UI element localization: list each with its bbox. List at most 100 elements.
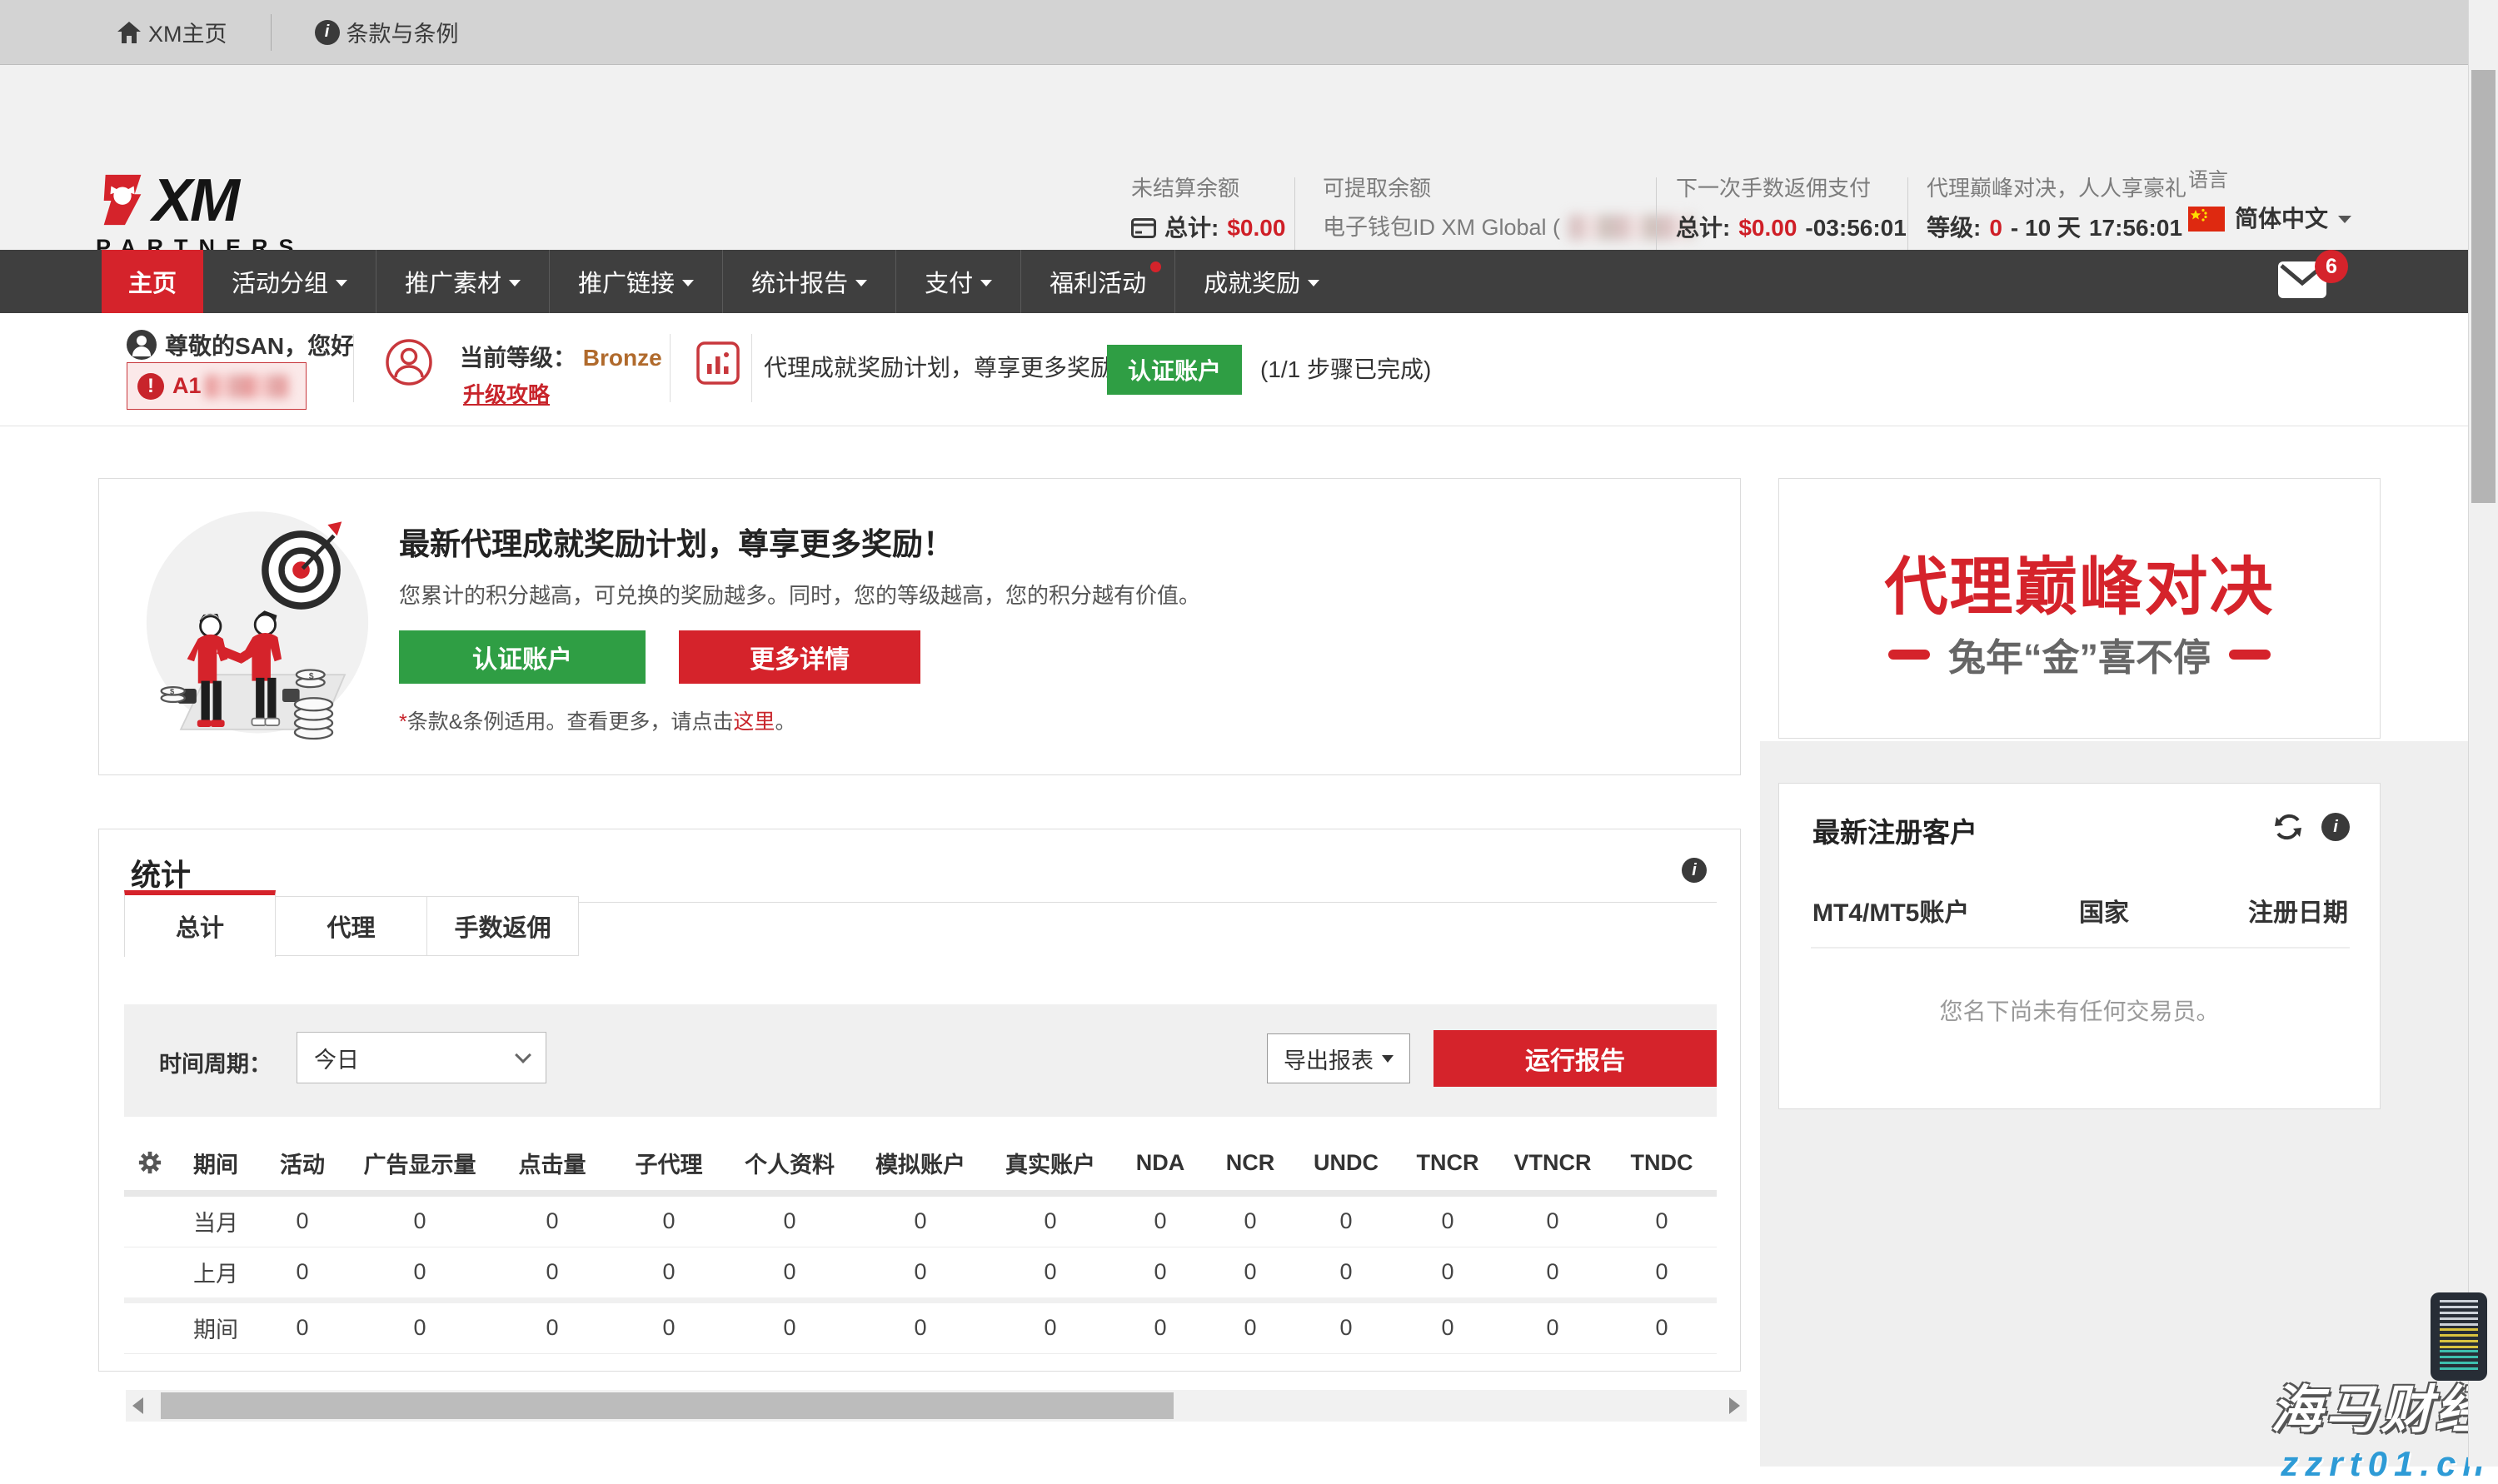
tab-手数返佣[interactable]: 手数返佣 (427, 896, 579, 956)
svg-text:$: $ (170, 688, 175, 696)
language-selector[interactable]: 简体中文 (2188, 202, 2351, 237)
column-header-期间: 期间 (176, 1135, 256, 1193)
mail-badge: 6 (2315, 250, 2348, 283)
divider (751, 334, 752, 402)
cell-value: 0 (855, 1247, 985, 1300)
cell-value: 0 (256, 1300, 349, 1353)
floating-widget[interactable] (2431, 1292, 2487, 1381)
cell-value: 0 (491, 1247, 614, 1300)
cell-value: 0 (491, 1300, 614, 1353)
divider (1907, 177, 1908, 261)
bull-logo-icon (96, 172, 151, 228)
empty-cell (124, 1300, 176, 1353)
clients-column-注册日期: 注册日期 (2179, 892, 2348, 929)
nav-item-福利活动[interactable]: 福利活动 (1020, 250, 1174, 313)
account-id-box[interactable]: ! A1 (127, 362, 307, 410)
column-header-NCR: NCR (1205, 1135, 1295, 1193)
scrollbar-thumb[interactable] (2471, 70, 2496, 503)
divider (1811, 947, 2350, 949)
contest-level-label: 等级: (1927, 212, 1981, 246)
nav-item-成就奖励[interactable]: 成就奖励 (1174, 250, 1348, 313)
contest-banner-card[interactable]: 代理巅峰对决 兔年“金”喜不停 (1778, 478, 2381, 739)
topbar: XM主页 条款与条例 (0, 0, 2498, 65)
chevron-down-icon (1308, 280, 1319, 286)
column-header-点击量: 点击量 (491, 1135, 614, 1193)
more-details-button[interactable]: 更多详情 (679, 630, 920, 684)
widget-stripes (2440, 1328, 2478, 1350)
cell-value: 0 (1397, 1247, 1498, 1300)
row-label: 期间 (176, 1300, 256, 1353)
xm-partners-logo[interactable]: XM PARTNERS (96, 172, 346, 261)
export-report-button[interactable]: 导出报表 (1267, 1033, 1410, 1083)
info-icon (315, 20, 340, 45)
language-block: 语言 简体中文 (2188, 167, 2351, 236)
cell-value: 0 (1498, 1193, 1607, 1247)
column-header-TNCR: TNCR (1397, 1135, 1498, 1193)
nav-item-推广素材[interactable]: 推广素材 (376, 250, 549, 313)
clients-column-国家: 国家 (2029, 892, 2179, 929)
table-row-期间: 期间0000000000000 (124, 1300, 1717, 1353)
nav-items: 主页活动分组推广素材推广链接统计报告支付福利活动成就奖励 (102, 250, 1348, 313)
cell-value: 0 (1115, 1247, 1205, 1300)
cell-value: 0 (985, 1247, 1115, 1300)
divider (1656, 177, 1657, 261)
terms-asterisk: * (399, 710, 407, 734)
clients-column-MT4/MT5账户: MT4/MT5账户 (1812, 892, 2029, 929)
achievement-chart-icon (696, 341, 740, 385)
export-label: 导出报表 (1284, 1043, 1374, 1075)
language-label: 语言 (2188, 167, 2351, 196)
terms-end: 。 (775, 710, 795, 734)
cell-value: 0 (1607, 1300, 1717, 1353)
run-report-button[interactable]: 运行报告 (1433, 1030, 1717, 1087)
tab-代理[interactable]: 代理 (276, 896, 427, 956)
main-navbar: 主页活动分组推广素材推广链接统计报告支付福利活动成就奖励 6 (0, 250, 2468, 313)
dash-decoration (1888, 650, 1930, 660)
nav-item-支付[interactable]: 支付 (895, 250, 1020, 313)
cell-value: 0 (1115, 1193, 1205, 1247)
column-header-子代理: 子代理 (614, 1135, 724, 1193)
unsettled-balance-block: 未结算余额 总计: $0.00 (1131, 173, 1285, 245)
nav-item-活动分组[interactable]: 活动分组 (203, 250, 376, 313)
terms-here-link[interactable]: 这里 (733, 710, 775, 734)
scroll-left-arrow-icon[interactable] (132, 1397, 143, 1414)
gear-icon[interactable] (124, 1135, 176, 1193)
tab-总计[interactable]: 总计 (124, 890, 276, 957)
column-header-NDA: NDA (1115, 1135, 1205, 1193)
filter-bar: 时间周期： 今日 导出报表 运行报告 (124, 1004, 1717, 1117)
chevron-down-icon (2338, 216, 2351, 223)
scrollbar-thumb[interactable] (161, 1392, 1174, 1419)
cell-value: 0 (1295, 1247, 1397, 1300)
next-payment-countdown: -03:56:01 (1805, 212, 1906, 246)
svg-text:$: $ (309, 672, 314, 681)
latest-clients-title: 最新注册客户 (1812, 810, 1977, 850)
widget-stripes (2440, 1300, 2478, 1328)
topbar-home-link[interactable]: XM主页 (117, 16, 227, 48)
verify-account-button[interactable]: 认证账户 (1107, 345, 1242, 395)
nav-item-主页[interactable]: 主页 (102, 250, 203, 313)
cell-value: 0 (256, 1193, 349, 1247)
topbar-terms-label: 条款与条例 (347, 16, 459, 48)
upgrade-guide-link[interactable]: 升级攻略 (463, 378, 550, 409)
divider (353, 334, 354, 402)
nav-item-统计报告[interactable]: 统计报告 (722, 250, 895, 313)
mail-button[interactable]: 6 (2278, 261, 2336, 305)
nav-item-推广链接[interactable]: 推广链接 (549, 250, 722, 313)
promo-terms: *条款&条例适用。查看更多，请点击这里。 (399, 705, 795, 735)
cell-value: 0 (491, 1193, 614, 1247)
info-icon[interactable] (2321, 813, 2350, 841)
next-payment-total-value: $0.00 (1738, 212, 1797, 246)
horizontal-scrollbar[interactable] (126, 1390, 1747, 1422)
verify-account-button[interactable]: 认证账户 (399, 630, 646, 684)
greeting-text: 尊敬的SAN，您好 (165, 328, 354, 361)
promo-description: 您累计的积分越高，可兑换的奖励越多。同时，您的等级越高，您的积分越有价值。 (399, 579, 1200, 610)
level-value: Bronze (583, 345, 662, 371)
refresh-icon[interactable] (2273, 812, 2303, 842)
clients-empty-message: 您名下尚未有任何交易员。 (1779, 993, 2380, 1027)
vertical-scrollbar[interactable] (2468, 0, 2498, 1467)
scroll-right-arrow-icon[interactable] (1729, 1397, 1740, 1414)
latest-clients-card: 最新注册客户 MT4/MT5账户国家注册日期 您名下尚未有任何交易员。 (1778, 783, 2381, 1109)
period-select[interactable]: 今日 (297, 1032, 546, 1083)
cell-value: 0 (1205, 1247, 1295, 1300)
topbar-terms-link[interactable]: 条款与条例 (315, 16, 459, 48)
info-icon[interactable] (1682, 858, 1707, 883)
